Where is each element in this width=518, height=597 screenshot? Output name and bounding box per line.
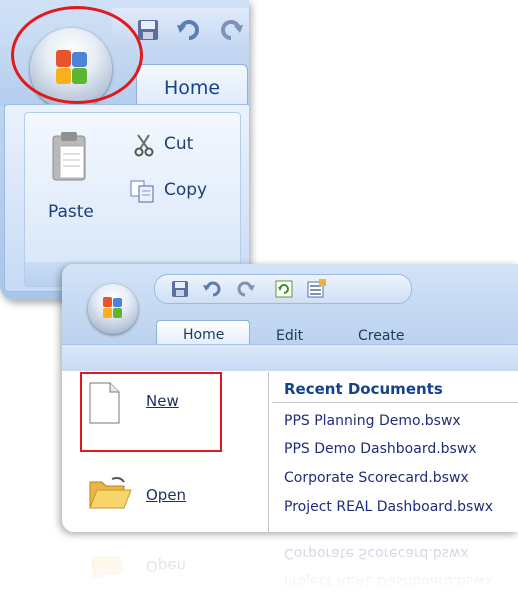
- ribbon-screenshot-top: Home Paste Cut Copy: [0, 0, 249, 300]
- recent-document-item[interactable]: PPS Planning Demo.bswx: [284, 413, 461, 429]
- redo-icon[interactable]: [218, 18, 244, 42]
- menu-item-open-label: Open: [146, 486, 187, 504]
- bottom-reflection: Open Project REAL Dashboard.bswx Corpora…: [62, 534, 518, 597]
- save-icon[interactable]: [136, 18, 160, 42]
- menu-top-bar: [62, 344, 518, 371]
- undo-icon[interactable]: [203, 280, 223, 298]
- office-button-highlight-ring: [11, 6, 143, 104]
- recent-document-item[interactable]: Corporate Scorecard.bswx: [284, 470, 469, 486]
- tab-create[interactable]: Create: [358, 328, 405, 344]
- tab-home[interactable]: Home: [156, 320, 250, 347]
- copy-label: Copy: [164, 180, 208, 200]
- cut-label: Cut: [164, 134, 194, 154]
- quick-access-toolbar: [154, 274, 412, 304]
- tab-home-label: Home: [163, 77, 221, 99]
- application-menu-screenshot: Home Edit Create New Open Recent Documen…: [62, 264, 518, 532]
- undo-icon[interactable]: [176, 18, 202, 42]
- copy-button[interactable]: Copy: [130, 176, 240, 206]
- recent-document-item[interactable]: Project REAL Dashboard.bswx: [284, 499, 493, 515]
- paste-icon: [50, 130, 88, 184]
- cut-button[interactable]: Cut: [132, 130, 232, 160]
- tab-home-label: Home: [183, 327, 225, 343]
- office-button[interactable]: [88, 284, 138, 334]
- open-folder-icon: [88, 476, 132, 510]
- refresh-icon[interactable]: [275, 280, 293, 298]
- copy-icon: [130, 179, 156, 203]
- save-icon[interactable]: [171, 280, 189, 298]
- cut-icon: [132, 133, 156, 157]
- tab-edit[interactable]: Edit: [276, 328, 303, 344]
- paste-label: Paste: [48, 202, 94, 222]
- office-button-icon: [103, 297, 123, 319]
- new-highlight-box: [80, 372, 222, 452]
- redo-icon[interactable]: [235, 280, 255, 298]
- recent-documents-header: Recent Documents: [284, 380, 443, 398]
- recent-document-item[interactable]: PPS Demo Dashboard.bswx: [284, 441, 477, 457]
- recent-header-rule: [272, 402, 518, 403]
- paste-button[interactable]: Paste: [40, 124, 100, 234]
- properties-icon[interactable]: [307, 279, 327, 299]
- menu-item-open[interactable]: Open: [88, 474, 218, 514]
